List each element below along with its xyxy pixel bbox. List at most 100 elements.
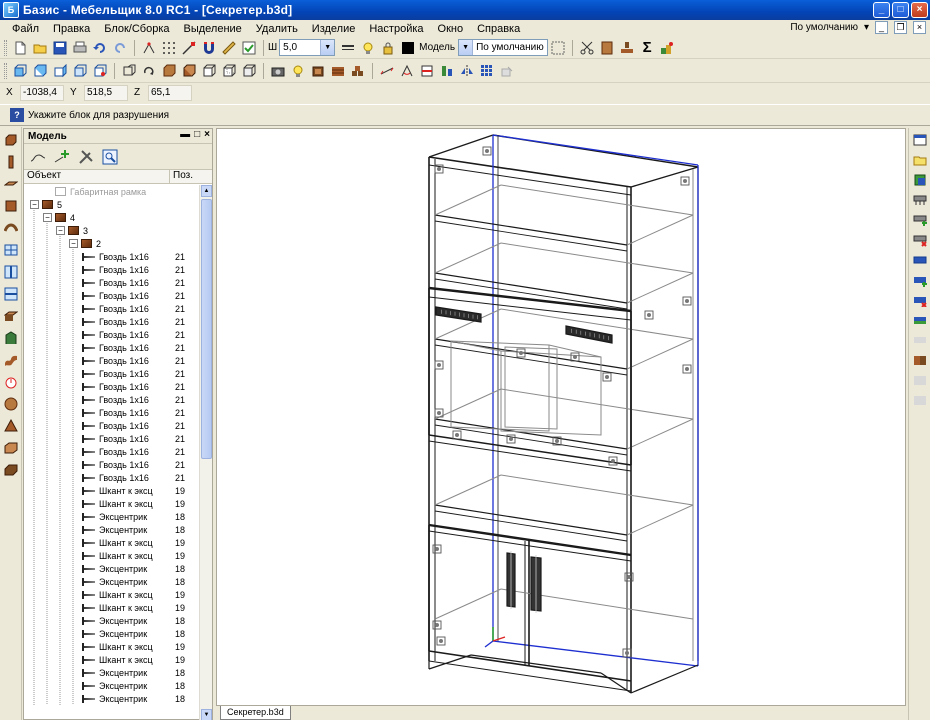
material-box-icon[interactable]: [309, 62, 327, 80]
workspace-selector[interactable]: По умолчанию: [790, 22, 858, 33]
horizontal-divider-icon[interactable]: [2, 285, 20, 303]
tree-scrollbar[interactable]: ▲ ▼: [199, 185, 212, 720]
tree-item[interactable]: Эксцентрик 18: [82, 523, 200, 536]
camera-icon[interactable]: [269, 62, 287, 80]
angle-dimension-icon[interactable]: [398, 62, 416, 80]
menu-block[interactable]: Блок/Сборка: [97, 23, 176, 35]
transparent-box-icon[interactable]: [240, 62, 258, 80]
toolbar-grip[interactable]: [4, 62, 7, 79]
scroll-up-icon[interactable]: ▲: [201, 185, 212, 197]
tree-expander-icon[interactable]: −: [43, 213, 52, 222]
redo-icon[interactable]: [111, 39, 129, 57]
zoom-window-icon[interactable]: [120, 62, 138, 80]
line-width-combo[interactable]: 5,0 ▼: [279, 39, 336, 56]
style-combo[interactable]: ▼ По умолчанию: [458, 39, 549, 56]
box-section-icon[interactable]: [2, 241, 20, 259]
tree-item[interactable]: Гвоздь 1x16 21: [82, 315, 200, 328]
sum-icon[interactable]: Σ: [638, 39, 656, 57]
tree-item[interactable]: Эксцентрик 18: [82, 614, 200, 627]
tree-item[interactable]: Гвоздь 1x16 21: [82, 471, 200, 484]
tree-expander-icon[interactable]: −: [69, 239, 78, 248]
curved-panel-icon[interactable]: [2, 219, 20, 237]
preview-icon[interactable]: [100, 147, 120, 167]
tree-item[interactable]: Гвоздь 1x16 21: [82, 289, 200, 302]
tree-item[interactable]: Эксцентрик 18: [82, 562, 200, 575]
layer-check-icon[interactable]: [240, 39, 258, 57]
line-style-icon[interactable]: [339, 39, 357, 57]
palette-icon[interactable]: [658, 39, 676, 57]
maximize-button[interactable]: □: [892, 2, 909, 18]
curve-icon[interactable]: [28, 147, 48, 167]
tree-frame[interactable]: Габаритная рамка: [43, 185, 200, 198]
3d-viewport[interactable]: [216, 128, 906, 706]
mirror-icon[interactable]: [458, 62, 476, 80]
tree-item[interactable]: Шкант к эксц 19: [82, 588, 200, 601]
cone-icon[interactable]: [2, 417, 20, 435]
tree-block[interactable]: −3: [56, 224, 200, 237]
tree-item[interactable]: Эксцентрик 18: [82, 575, 200, 588]
view-left-icon[interactable]: [51, 62, 69, 80]
scroll-down-icon[interactable]: ▼: [201, 709, 212, 720]
tree-item[interactable]: Шкант к эксц 19: [82, 484, 200, 497]
edge-icon[interactable]: [911, 252, 929, 268]
panel-front-icon[interactable]: [2, 197, 20, 215]
toolbar-grip[interactable]: [4, 39, 7, 56]
sphere-icon[interactable]: [2, 395, 20, 413]
tree-block[interactable]: −2: [69, 237, 200, 250]
tree-item[interactable]: Шкант к эксц 19: [82, 549, 200, 562]
ruler-icon[interactable]: [220, 39, 238, 57]
folder-yellow-icon[interactable]: [911, 152, 929, 168]
menu-settings[interactable]: Настройка: [362, 23, 430, 35]
menu-product[interactable]: Изделие: [305, 23, 363, 35]
tree-item[interactable]: Гвоздь 1x16 21: [82, 328, 200, 341]
document-tab[interactable]: Секретер.b3d: [220, 706, 291, 720]
array-icon[interactable]: [478, 62, 496, 80]
vertical-divider-icon[interactable]: [2, 263, 20, 281]
hardware-icon[interactable]: [2, 373, 20, 391]
drill-add-icon[interactable]: [911, 212, 929, 228]
wire-box-icon[interactable]: [200, 62, 218, 80]
snap-node-icon[interactable]: [140, 39, 158, 57]
shelf-icon[interactable]: [2, 307, 20, 325]
panel-minimize-icon[interactable]: ▬: [180, 129, 190, 140]
tree-item[interactable]: Эксцентрик 18: [82, 666, 200, 679]
lock-icon[interactable]: [379, 39, 397, 57]
tree-item[interactable]: Эксцентрик 18: [82, 679, 200, 692]
scissors-icon[interactable]: [578, 39, 596, 57]
panel-side-icon[interactable]: [2, 153, 20, 171]
close-button[interactable]: ×: [911, 2, 928, 18]
tree-item[interactable]: Эксцентрик 18: [82, 692, 200, 705]
cabinet-icon[interactable]: [2, 461, 20, 479]
tree-item[interactable]: Шкант к эксц 19: [82, 536, 200, 549]
tree-item[interactable]: Гвоздь 1x16 21: [82, 419, 200, 432]
ortho-icon[interactable]: [180, 39, 198, 57]
module-icon[interactable]: [911, 352, 929, 368]
tree-item[interactable]: Эксцентрик 18: [82, 627, 200, 640]
panel-icon[interactable]: [598, 39, 616, 57]
window-icon[interactable]: [911, 132, 929, 148]
new-file-icon[interactable]: [11, 39, 29, 57]
tree-item[interactable]: Гвоздь 1x16 21: [82, 341, 200, 354]
mdi-minimize-button[interactable]: _: [875, 21, 888, 34]
view-iso-icon[interactable]: [91, 62, 109, 80]
light-icon[interactable]: [289, 62, 307, 80]
magnet-icon[interactable]: [200, 39, 218, 57]
panel-pin-icon[interactable]: □: [194, 129, 200, 140]
menu-file[interactable]: Файл: [0, 23, 46, 35]
panel-close-icon[interactable]: ×: [204, 129, 210, 140]
tree-item[interactable]: Шкант к эксц 19: [82, 653, 200, 666]
tree-block[interactable]: −5: [30, 198, 200, 211]
texture-icon[interactable]: [329, 62, 347, 80]
tree-item[interactable]: Гвоздь 1x16 21: [82, 250, 200, 263]
menu-edit[interactable]: Правка: [46, 23, 97, 35]
chevron-down-icon[interactable]: ▼: [459, 40, 474, 55]
tree-item[interactable]: Гвоздь 1x16 21: [82, 354, 200, 367]
tree-expander-icon[interactable]: −: [56, 226, 65, 235]
undo-icon[interactable]: [91, 39, 109, 57]
column-pos[interactable]: Поз.: [170, 170, 193, 183]
drawer-icon[interactable]: [2, 439, 20, 457]
align-icon[interactable]: [438, 62, 456, 80]
tree-item[interactable]: Гвоздь 1x16 21: [82, 432, 200, 445]
menu-delete[interactable]: Удалить: [249, 23, 305, 35]
chevron-down-icon[interactable]: ▼: [320, 40, 335, 55]
